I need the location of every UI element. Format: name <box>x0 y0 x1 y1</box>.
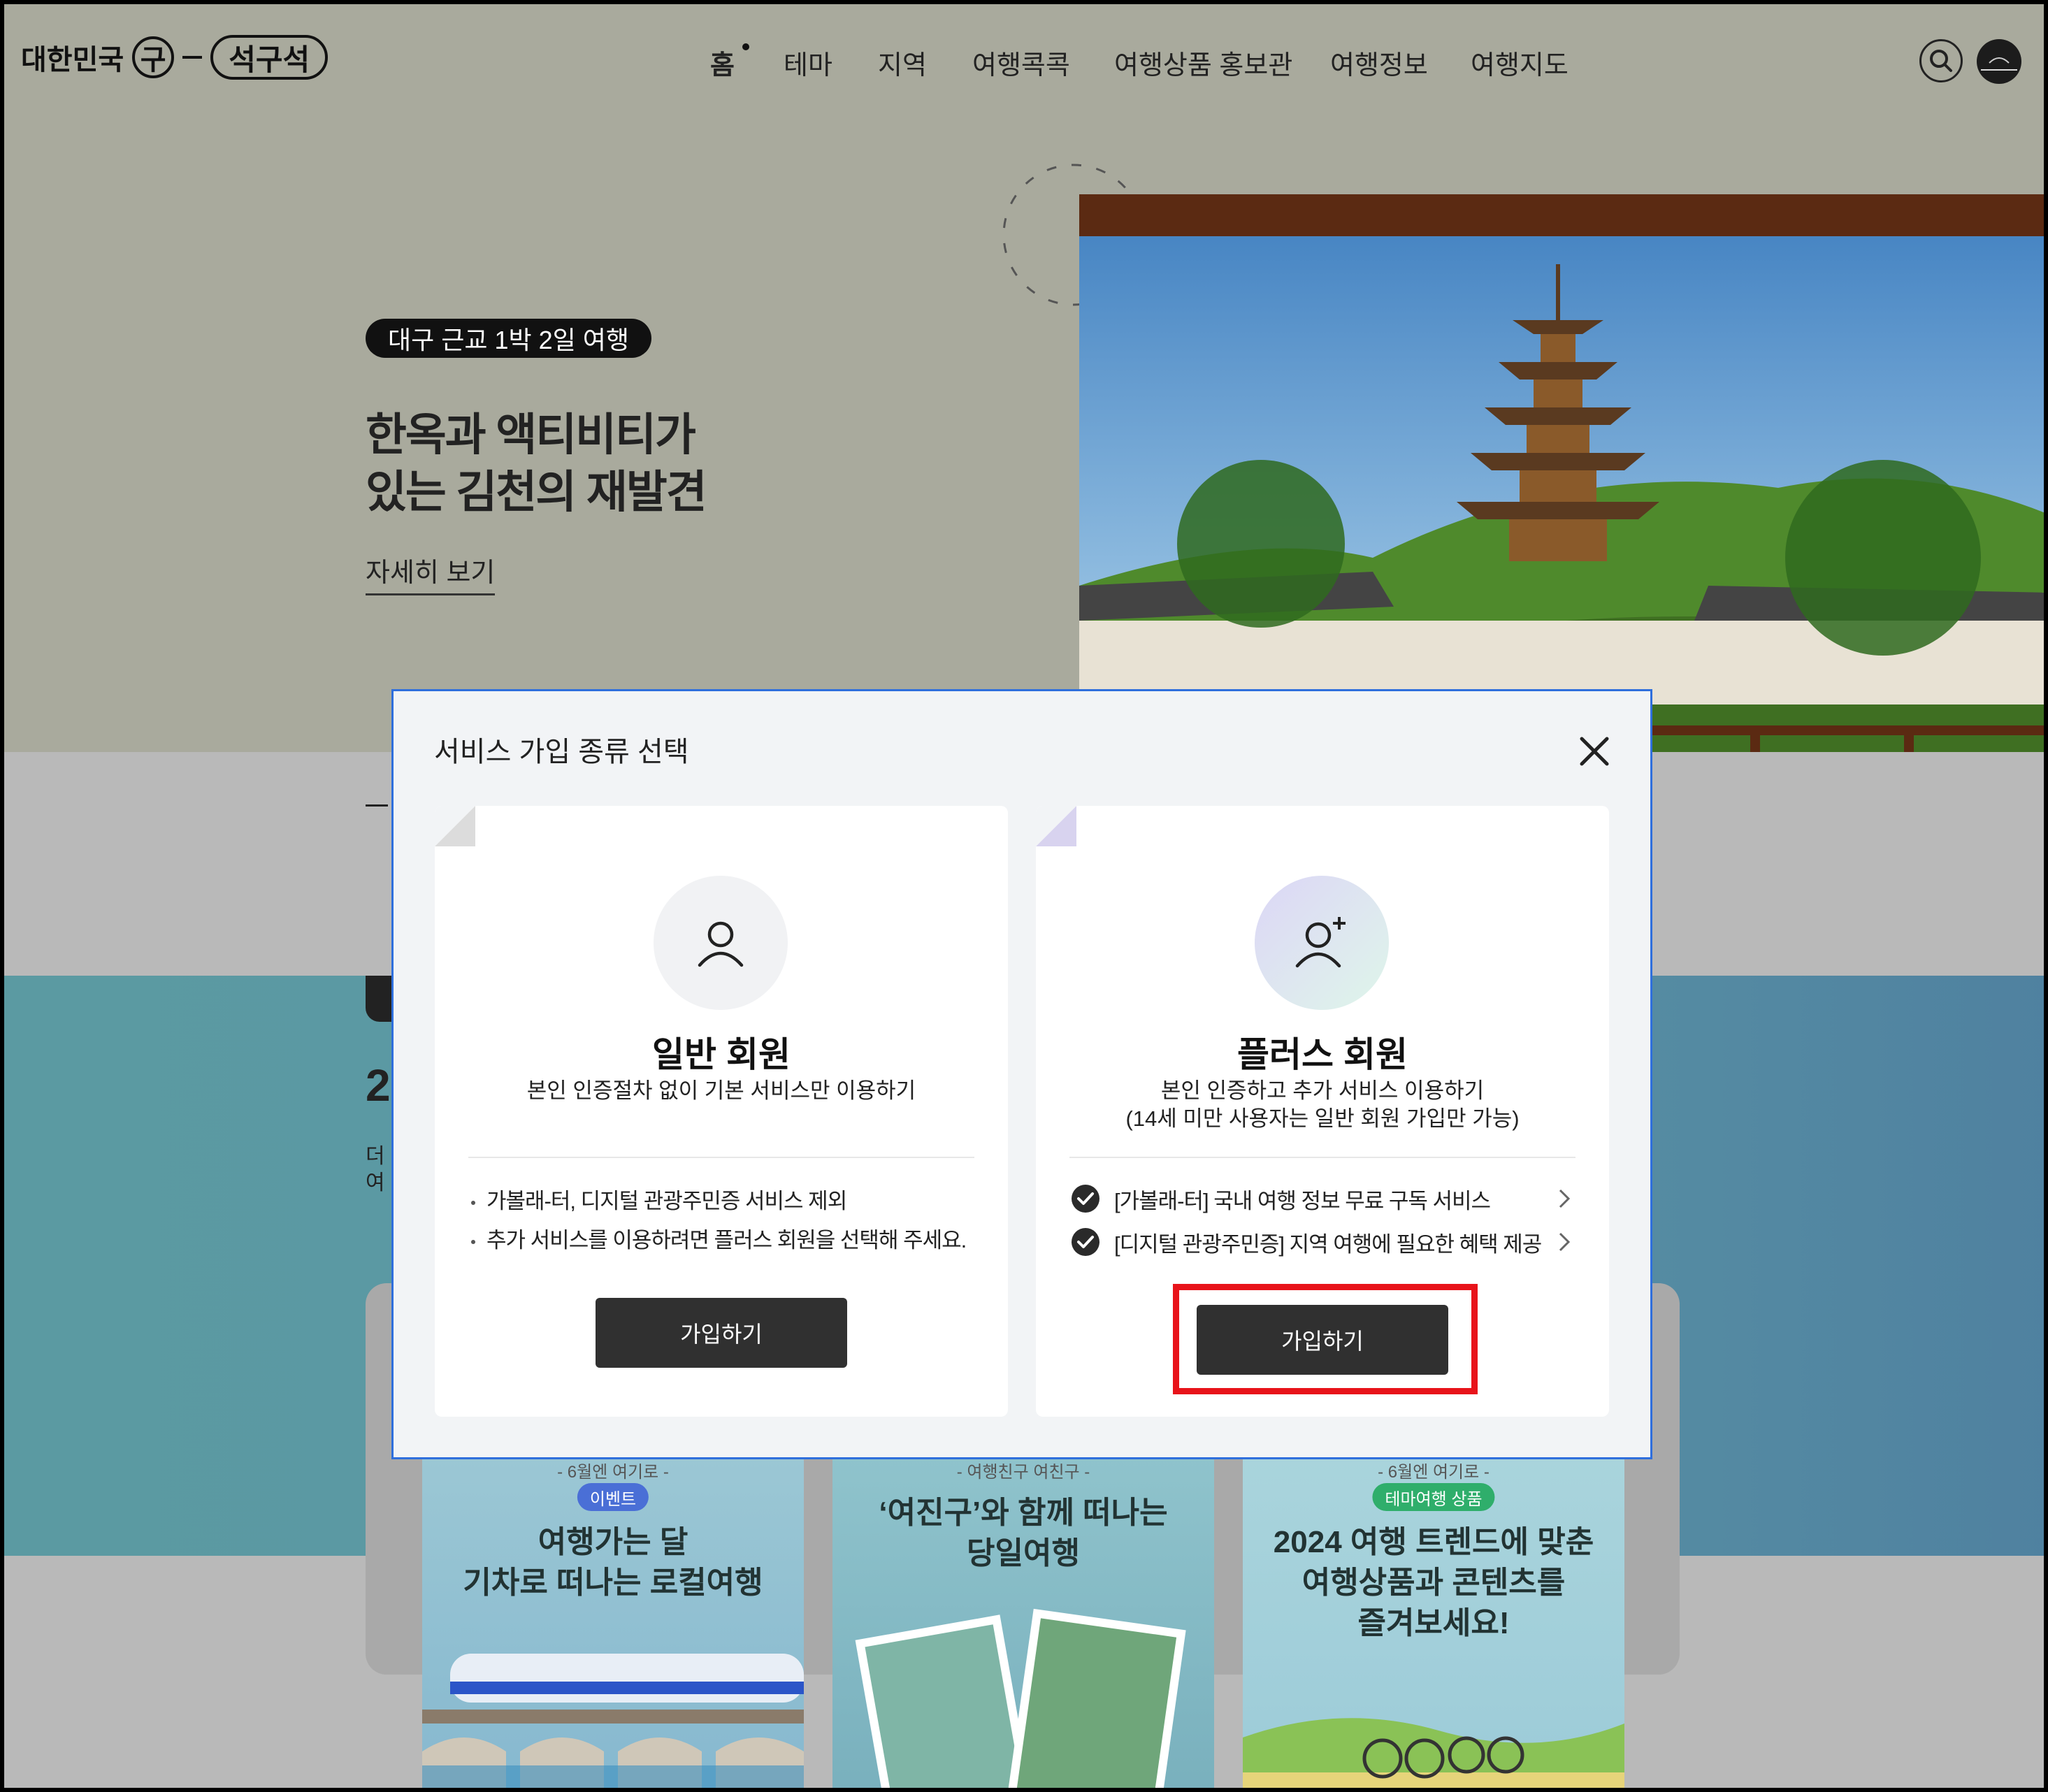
panel-divider <box>468 1157 974 1158</box>
plus-desc-line1: 본인 인증하고 추가 서비스 이용하기 <box>1160 1078 1485 1103</box>
nav-home[interactable]: 홈 <box>710 43 735 82</box>
user-plus-icon <box>1255 876 1389 1010</box>
panel-divider <box>1069 1157 1575 1158</box>
site-logo[interactable]: 대한민국 구 석구석 <box>21 35 329 80</box>
plus-member-desc: 본인 인증하고 추가 서비스 이용하기 (14세 미만 사용자는 일반 회원 가… <box>1036 1077 1609 1133</box>
general-bullet-1: 가볼래-터, 디지털 관광주민증 서비스 제외 <box>468 1183 847 1215</box>
card-kicker: - 6월엔 여기로 - <box>557 1463 669 1482</box>
browser-viewport: 대한민국 구 석구석 홈 테마 지역 여행콕콕 여행상품 홍보관 여행정보 여행… <box>0 0 2048 1792</box>
avatar-icon[interactable] <box>1977 39 2021 84</box>
general-member-panel: 일반 회원 본인 인증절차 없이 기본 서비스만 이용하기 가볼래-터, 디지털… <box>435 806 1008 1417</box>
logo-prefix: 대한민국 <box>21 45 124 75</box>
plus-feature-label: [가볼래-터] 국내 여행 정보 무료 구독 서비스 <box>1114 1188 1491 1213</box>
modal-title: 서비스 가입 종류 선택 <box>434 737 689 767</box>
photo-cards-illustration <box>855 1608 1186 1788</box>
check-circle-icon <box>1072 1228 1099 1256</box>
promo-card-theme-product[interactable]: - 6월엔 여기로 - 테마여행 상품 2024 여행 트렌드에 맞춘 여행상품… <box>1243 1458 1624 1788</box>
hero-more-link[interactable]: 자세히 보기 <box>366 551 496 595</box>
user-icon <box>654 876 788 1010</box>
card-title-line2: 당일여행 <box>967 1536 1080 1570</box>
card-title-line3: 즐겨보세요! <box>1357 1606 1510 1640</box>
card-title-line1: 여행가는 달 <box>538 1525 688 1559</box>
highlight-box <box>1173 1284 1478 1394</box>
plus-member-title: 플러스 회원 <box>1237 1035 1408 1074</box>
hero-title-line1: 한옥과 액티비티가 <box>366 410 696 460</box>
corner-fold-icon <box>1036 806 1076 846</box>
hero-section: 대한민국 구 석구석 홈 테마 지역 여행콕콕 여행상품 홍보관 여행정보 여행… <box>4 4 2044 862</box>
general-bullet-2: 추가 서비스를 이용하려면 플러스 회원을 선택해 주세요. <box>468 1222 967 1254</box>
logo-dash <box>182 56 203 59</box>
logo-circle-char: 구 <box>132 36 175 78</box>
site-header: 대한민국 구 석구석 홈 테마 지역 여행콕콕 여행상품 홍보관 여행정보 여행… <box>4 4 2044 116</box>
nav-active-dot <box>742 43 749 50</box>
card-title-line2: 기차로 떠나는 로컬여행 <box>463 1566 763 1600</box>
search-icon[interactable] <box>1919 39 1963 82</box>
nav-region[interactable]: 지역 <box>878 43 927 82</box>
section-heading-fragment: 2 <box>366 1060 391 1111</box>
hero-title: 한옥과 액티비티가 있는 김천의 재발견 <box>366 406 707 521</box>
card-title-line1: ‘여진구’와 함께 떠나는 <box>879 1496 1168 1530</box>
promo-card-event[interactable]: - 6월엔 여기로 - 이벤트 여행가는 달 기차로 떠나는 로컬여행 <box>422 1458 804 1788</box>
plus-feature-label: [디지털 관광주민증] 지역 여행에 필요한 혜택 제공 <box>1114 1231 1542 1257</box>
nav-travel-info[interactable]: 여행정보 <box>1330 43 1428 82</box>
card-kicker: - 여행친구 여친구 - <box>956 1463 1090 1482</box>
check-circle-icon <box>1072 1185 1099 1213</box>
general-member-desc: 본인 인증절차 없이 기본 서비스만 이용하기 <box>526 1078 916 1103</box>
plus-feature-digital-resident[interactable]: [디지털 관광주민증] 지역 여행에 필요한 혜택 제공 <box>1071 1227 1577 1257</box>
signup-type-modal: 서비스 가입 종류 선택 일반 회원 본인 인증절차 없이 기본 서비스만 이용… <box>391 689 1652 1459</box>
nav-travel-pick[interactable]: 여행콕콕 <box>972 43 1070 82</box>
section-tag-fragment <box>366 976 394 1022</box>
plus-desc-line2: (14세 미만 사용자는 일반 회원 가입만 가능) <box>1125 1106 1520 1131</box>
cycling-illustration <box>1243 1718 1624 1788</box>
hero-title-line2: 있는 김천의 재발견 <box>366 467 707 517</box>
nav-theme[interactable]: 테마 <box>784 43 832 82</box>
card-tag: 이벤트 <box>577 1483 649 1511</box>
nav-product-promo[interactable]: 여행상품 홍보관 <box>1114 43 1292 82</box>
logo-pill-text: 석구석 <box>210 35 329 80</box>
close-icon[interactable] <box>1575 732 1614 771</box>
divider-fragment <box>366 804 388 807</box>
section-desc-fragment: 더여 <box>366 1145 385 1194</box>
hero-badge: 대구 근교 1박 2일 여행 <box>366 319 652 358</box>
card-kicker: - 6월엔 여기로 - <box>1378 1463 1490 1482</box>
card-title-line2: 여행상품과 콘텐츠를 <box>1301 1566 1566 1600</box>
corner-fold-icon <box>435 806 475 846</box>
general-member-title: 일반 회원 <box>652 1035 791 1074</box>
promo-card-yeojingu[interactable]: - 여행친구 여친구 - ‘여진구’와 함께 떠나는 당일여행 <box>832 1458 1214 1788</box>
card-title-line1: 2024 여행 트렌드에 맞춘 <box>1273 1525 1594 1559</box>
chevron-right-icon <box>1559 1232 1571 1252</box>
general-join-button[interactable]: 가입하기 <box>596 1298 847 1368</box>
chevron-right-icon <box>1559 1189 1571 1208</box>
plus-feature-gabollaeteo[interactable]: [가볼래-터] 국내 여행 정보 무료 구독 서비스 <box>1071 1183 1577 1214</box>
train-illustration <box>422 1654 804 1788</box>
nav-travel-map[interactable]: 여행지도 <box>1471 43 1569 82</box>
card-tag: 테마여행 상품 <box>1372 1483 1495 1511</box>
